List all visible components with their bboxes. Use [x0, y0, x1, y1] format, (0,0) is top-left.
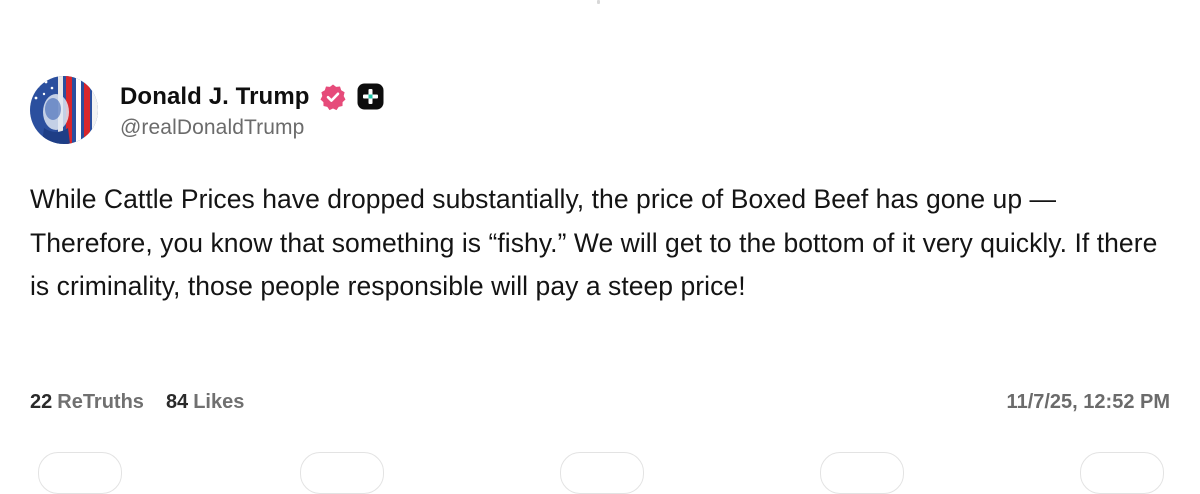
post-text: While Cattle Prices have dropped substan… — [30, 184, 1158, 301]
verified-badge-icon — [319, 83, 347, 111]
post-stats: 22 ReTruths 84 Likes — [30, 391, 244, 414]
action-bar — [0, 452, 1200, 494]
post-timestamp[interactable]: 11/7/25, 12:52 PM — [1007, 391, 1170, 414]
display-name[interactable]: Donald J. Trump — [120, 83, 310, 111]
more-button[interactable] — [1080, 452, 1164, 494]
author-identity: Donald J. Trump @realDonaldTrump — [120, 81, 384, 140]
avatar-image — [30, 76, 98, 144]
retruths-count: 22 — [30, 391, 53, 413]
truth-post: Donald J. Trump @realDonaldTrump While C… — [0, 0, 1200, 494]
retruths-stat[interactable]: 22 ReTruths — [30, 391, 144, 414]
name-row: Donald J. Trump — [120, 81, 384, 113]
author-handle[interactable]: @realDonaldTrump — [120, 116, 384, 140]
like-button[interactable] — [560, 452, 644, 494]
likes-count: 84 — [165, 391, 189, 413]
reply-button[interactable] — [38, 452, 122, 494]
likes-stat[interactable]: 84 Likes — [166, 391, 244, 414]
truth-plus-icon — [357, 83, 384, 110]
avatar[interactable] — [30, 76, 98, 144]
likes-label: Likes — [193, 391, 245, 413]
share-button[interactable] — [820, 452, 904, 494]
retruths-label: ReTruths — [57, 391, 144, 413]
retruth-button[interactable] — [300, 452, 384, 494]
post-header: Donald J. Trump @realDonaldTrump — [30, 74, 384, 146]
